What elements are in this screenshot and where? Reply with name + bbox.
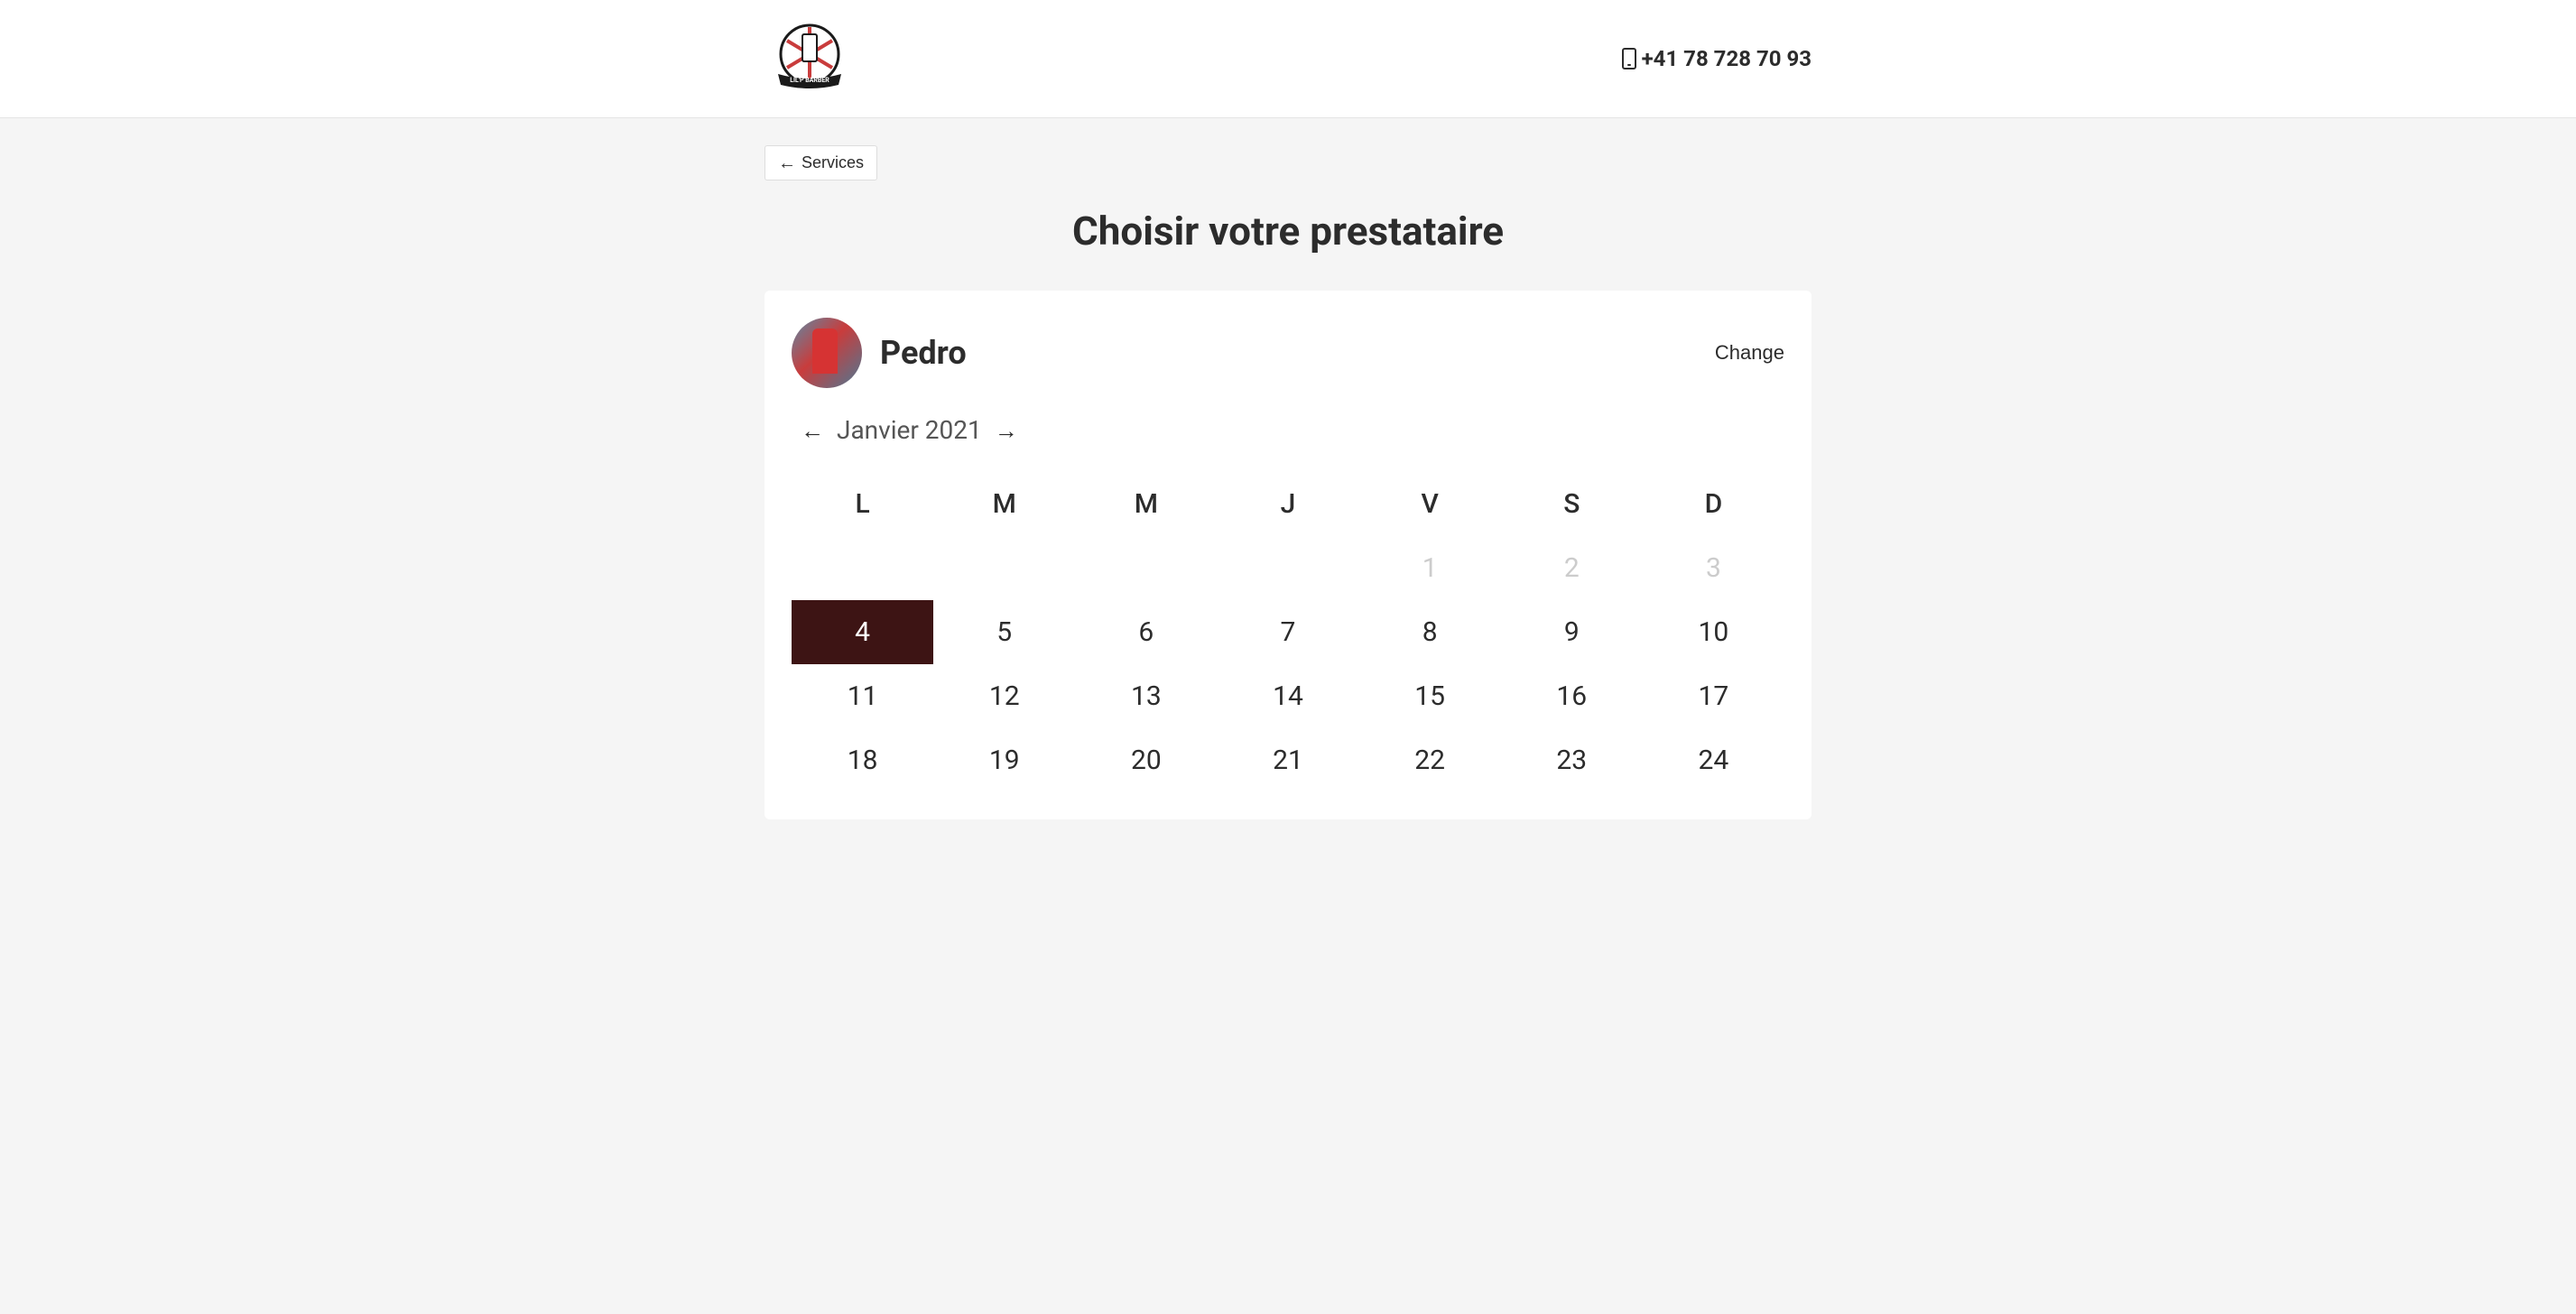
provider-card: Pedro Change ← Janvier 2021 → LMMJVSD123… [764,291,1812,819]
day-cell [792,536,933,600]
day-cell[interactable]: 22 [1359,728,1501,792]
provider-row: Pedro Change [792,318,1784,388]
change-button[interactable]: Change [1715,341,1784,365]
phone-link[interactable]: +41 78 728 70 93 [1622,46,1812,71]
day-cell[interactable]: 7 [1217,600,1358,664]
header: LIL'P BARBER +41 78 728 70 93 [0,0,2576,118]
header-inner: LIL'P BARBER +41 78 728 70 93 [746,18,1830,99]
month-label: Janvier 2021 [837,415,982,445]
back-button[interactable]: ← Services [764,145,877,180]
day-cell: 1 [1359,536,1501,600]
day-cell[interactable]: 24 [1643,728,1784,792]
day-cell[interactable]: 9 [1501,600,1643,664]
day-cell[interactable]: 12 [933,664,1075,728]
phone-number: +41 78 728 70 93 [1642,46,1812,71]
day-cell[interactable]: 10 [1643,600,1784,664]
day-cell[interactable]: 18 [792,728,933,792]
day-cell[interactable]: 13 [1075,664,1217,728]
day-cell[interactable]: 5 [933,600,1075,664]
day-header: J [1217,472,1358,536]
day-cell[interactable]: 16 [1501,664,1643,728]
day-cell[interactable]: 4 [792,600,933,664]
day-cell: 2 [1501,536,1643,600]
day-cell[interactable]: 19 [933,728,1075,792]
back-label: Services [802,153,864,172]
main: ← Services Choisir votre prestataire Ped… [746,118,1830,847]
day-cell[interactable]: 17 [1643,664,1784,728]
logo-icon: LIL'P BARBER [764,18,855,99]
day-cell[interactable]: 20 [1075,728,1217,792]
day-header: S [1501,472,1643,536]
day-cell: 3 [1643,536,1784,600]
day-cell [933,536,1075,600]
phone-icon [1622,48,1636,69]
month-nav: ← Janvier 2021 → [792,415,1784,445]
day-cell[interactable]: 23 [1501,728,1643,792]
provider-left: Pedro [792,318,967,388]
svg-text:LIL'P BARBER: LIL'P BARBER [790,77,829,84]
provider-name: Pedro [880,334,967,372]
day-header: L [792,472,933,536]
day-header: M [933,472,1075,536]
next-month-button[interactable]: → [995,419,1018,442]
day-header: V [1359,472,1501,536]
calendar-grid: LMMJVSD123456789101112131415161718192021… [792,472,1784,792]
day-cell [1075,536,1217,600]
day-cell[interactable]: 8 [1359,600,1501,664]
page-title: Choisir votre prestataire [764,208,1812,254]
day-cell[interactable]: 6 [1075,600,1217,664]
day-cell[interactable]: 14 [1217,664,1358,728]
day-header: D [1643,472,1784,536]
arrow-left-icon: ← [778,154,796,172]
day-header: M [1075,472,1217,536]
avatar [792,318,862,388]
day-cell[interactable]: 21 [1217,728,1358,792]
prev-month-button[interactable]: ← [801,419,824,442]
logo[interactable]: LIL'P BARBER [764,18,855,99]
day-cell[interactable]: 11 [792,664,933,728]
day-cell[interactable]: 15 [1359,664,1501,728]
day-cell [1217,536,1358,600]
